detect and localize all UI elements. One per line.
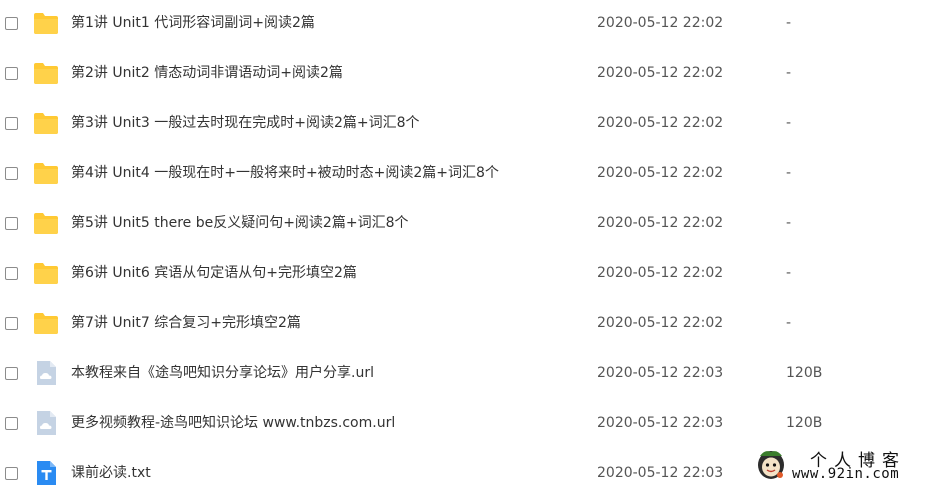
link-file-icon — [33, 361, 59, 385]
folder-icon — [33, 61, 59, 85]
folder-icon — [33, 261, 59, 285]
file-row[interactable]: 更多视频教程-途鸟吧知识论坛 www.tnbzs.com.url 2020-05… — [0, 400, 945, 450]
watermark-url: www.92in.com — [792, 466, 900, 482]
mascot-logo-icon — [756, 448, 786, 480]
modified-date: 2020-05-12 22:03 — [597, 465, 724, 481]
folder-icon — [33, 211, 59, 235]
file-name[interactable]: 更多视频教程-途鸟吧知识论坛 www.tnbzs.com.url — [71, 413, 395, 433]
file-size: 120B — [786, 415, 823, 431]
folder-icon — [33, 111, 59, 135]
file-name[interactable]: 第6讲 Unit6 宾语从句定语从句+完形填空2篇 — [71, 263, 357, 283]
file-name[interactable]: 第1讲 Unit1 代词形容词副词+阅读2篇 — [71, 13, 315, 33]
file-row[interactable]: 第4讲 Unit4 一般现在时+一般将来时+被动时态+阅读2篇+词汇8个 202… — [0, 150, 945, 200]
file-size: - — [786, 215, 792, 231]
row-checkbox[interactable] — [5, 117, 18, 130]
file-row[interactable]: 第5讲 Unit5 there be反义疑问句+阅读2篇+词汇8个 2020-0… — [0, 200, 945, 250]
text-file-icon — [33, 461, 59, 485]
modified-date: 2020-05-12 22:02 — [597, 15, 724, 31]
row-checkbox[interactable] — [5, 267, 18, 280]
folder-icon — [33, 311, 59, 335]
file-row[interactable]: 本教程来自《途鸟吧知识分享论坛》用户分享.url 2020-05-12 22:0… — [0, 350, 945, 400]
file-row[interactable]: 第1讲 Unit1 代词形容词副词+阅读2篇 2020-05-12 22:02 … — [0, 0, 945, 50]
file-size: - — [786, 265, 792, 281]
file-row[interactable]: 第7讲 Unit7 综合复习+完形填空2篇 2020-05-12 22:02 - — [0, 300, 945, 350]
file-size: - — [786, 15, 792, 31]
file-row[interactable]: 第6讲 Unit6 宾语从句定语从句+完形填空2篇 2020-05-12 22:… — [0, 250, 945, 300]
file-name[interactable]: 第2讲 Unit2 情态动词非谓语动词+阅读2篇 — [71, 63, 343, 83]
modified-date: 2020-05-12 22:02 — [597, 65, 724, 81]
row-checkbox[interactable] — [5, 317, 18, 330]
row-checkbox[interactable] — [5, 217, 18, 230]
row-checkbox[interactable] — [5, 417, 18, 430]
modified-date: 2020-05-12 22:03 — [597, 415, 724, 431]
file-name[interactable]: 课前必读.txt — [71, 463, 151, 483]
modified-date: 2020-05-12 22:02 — [597, 315, 724, 331]
modified-date: 2020-05-12 22:03 — [597, 365, 724, 381]
row-checkbox[interactable] — [5, 17, 18, 30]
watermark: 个人博客 www.92in.com — [752, 446, 942, 484]
link-file-icon — [33, 411, 59, 435]
row-checkbox[interactable] — [5, 167, 18, 180]
file-name[interactable]: 第3讲 Unit3 一般过去时现在完成时+阅读2篇+词汇8个 — [71, 113, 420, 133]
row-checkbox[interactable] — [5, 67, 18, 80]
file-name[interactable]: 第7讲 Unit7 综合复习+完形填空2篇 — [71, 313, 301, 333]
modified-date: 2020-05-12 22:02 — [597, 265, 724, 281]
file-row[interactable]: 第3讲 Unit3 一般过去时现在完成时+阅读2篇+词汇8个 2020-05-1… — [0, 100, 945, 150]
file-size: 120B — [786, 365, 823, 381]
file-row[interactable]: 第2讲 Unit2 情态动词非谓语动词+阅读2篇 2020-05-12 22:0… — [0, 50, 945, 100]
file-name[interactable]: 第5讲 Unit5 there be反义疑问句+阅读2篇+词汇8个 — [71, 213, 408, 233]
modified-date: 2020-05-12 22:02 — [597, 165, 724, 181]
file-size: - — [786, 165, 792, 181]
file-name[interactable]: 第4讲 Unit4 一般现在时+一般将来时+被动时态+阅读2篇+词汇8个 — [71, 163, 499, 183]
file-name[interactable]: 本教程来自《途鸟吧知识分享论坛》用户分享.url — [71, 363, 374, 383]
modified-date: 2020-05-12 22:02 — [597, 215, 724, 231]
folder-icon — [33, 11, 59, 35]
file-list: 第1讲 Unit1 代词形容词副词+阅读2篇 2020-05-12 22:02 … — [0, 0, 945, 500]
file-size: - — [786, 115, 792, 131]
modified-date: 2020-05-12 22:02 — [597, 115, 724, 131]
file-size: - — [786, 315, 792, 331]
folder-icon — [33, 161, 59, 185]
row-checkbox[interactable] — [5, 367, 18, 380]
file-size: - — [786, 65, 792, 81]
row-checkbox[interactable] — [5, 467, 18, 480]
